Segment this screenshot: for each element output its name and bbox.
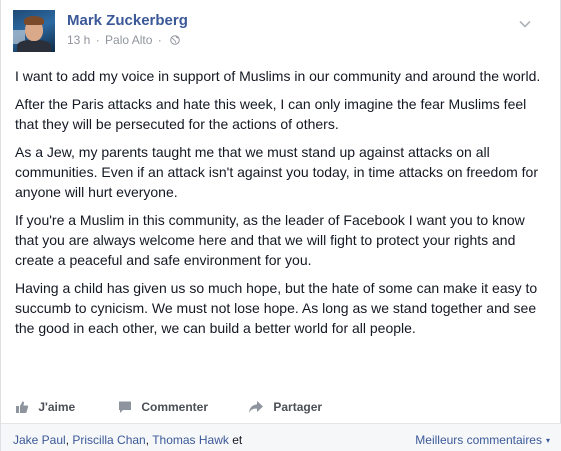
post-paragraph: As a Jew, my parents taught me that we m…: [15, 144, 538, 200]
feedback-footer: Jake Paul, Priscilla Chan, Thomas Hawk e…: [1, 424, 561, 451]
likers-and: et: [232, 433, 243, 447]
comment-icon: [119, 401, 131, 413]
comment-sort-dropdown[interactable]: Meilleurs commentaires ▾: [415, 433, 550, 447]
liker-link[interactable]: Jake Paul: [13, 433, 66, 447]
post-paragraph: I want to add my voice in support of Mus…: [15, 68, 541, 84]
like-label: J'aime: [38, 399, 76, 414]
action-bar: J'aime Commenter Partager: [15, 396, 545, 418]
sort-label: Meilleurs commentaires: [415, 433, 542, 447]
meta-separator-2: ·: [157, 32, 162, 47]
post-paragraph: After the Paris attacks and hate this we…: [15, 96, 527, 132]
meta-separator: ·: [95, 32, 100, 47]
post-card: Mark Zuckerberg 13 h · Palo Alto · I wan…: [0, 0, 561, 451]
post-paragraph: If you're a Muslim in this community, as…: [15, 212, 525, 268]
comment-button[interactable]: Commenter: [118, 399, 208, 414]
share-label: Partager: [273, 399, 323, 414]
avatar[interactable]: [13, 10, 55, 52]
share-arrow-icon: [249, 400, 263, 413]
thumbs-up-icon: [16, 401, 29, 413]
like-button[interactable]: J'aime: [15, 399, 75, 414]
avatar-shirt: [17, 40, 51, 52]
liker-link[interactable]: Thomas Hawk: [152, 433, 229, 447]
chevron-down-icon[interactable]: [519, 20, 531, 28]
post-location[interactable]: Palo Alto: [105, 33, 152, 47]
globe-icon[interactable]: [170, 35, 180, 45]
post-header: Mark Zuckerberg 13 h · Palo Alto ·: [13, 10, 543, 52]
author-name[interactable]: Mark Zuckerberg: [67, 12, 188, 29]
avatar-hair: [24, 16, 44, 25]
post-time[interactable]: 13 h: [67, 33, 90, 47]
comment-label: Commenter: [141, 399, 209, 414]
caret-down-icon: ▾: [545, 436, 550, 446]
share-button[interactable]: Partager: [248, 399, 322, 414]
liker-link[interactable]: Priscilla Chan: [72, 433, 145, 447]
post-paragraph: Having a child has given us so much hope…: [15, 280, 538, 336]
likers-summary: Jake Paul, Priscilla Chan, Thomas Hawk e…: [13, 433, 242, 447]
post-meta: 13 h · Palo Alto ·: [67, 32, 180, 47]
post-body: I want to add my voice in support of Mus…: [15, 66, 545, 346]
